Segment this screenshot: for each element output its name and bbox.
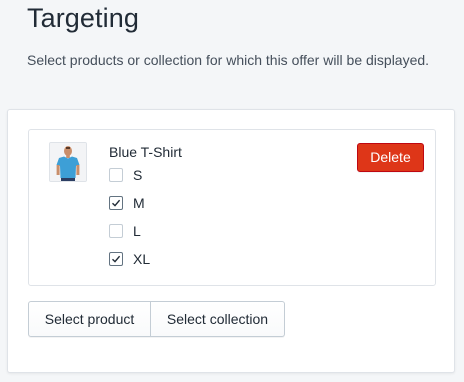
product-name: Blue T-Shirt bbox=[109, 144, 182, 160]
variant-checkbox-m[interactable] bbox=[109, 196, 123, 210]
variant-label: S bbox=[133, 167, 143, 183]
product-item: Blue T-Shirt S M L XL Delete bbox=[28, 129, 436, 286]
checkmark-icon bbox=[112, 255, 121, 263]
variant-checkbox-l[interactable] bbox=[109, 224, 123, 238]
select-collection-button[interactable]: Select collection bbox=[151, 301, 285, 337]
tshirt-product-image bbox=[50, 143, 86, 181]
variant-option-s: S bbox=[109, 167, 142, 183]
variant-option-l: L bbox=[109, 223, 141, 239]
page-subtitle: Select products or collection for which … bbox=[27, 52, 430, 68]
page-title: Targeting bbox=[27, 3, 139, 33]
variant-label: M bbox=[133, 195, 145, 211]
variant-option-m: M bbox=[109, 195, 145, 211]
select-product-button[interactable]: Select product bbox=[28, 301, 151, 337]
variant-checkbox-s[interactable] bbox=[109, 168, 123, 182]
variant-checkbox-xl[interactable] bbox=[109, 252, 123, 266]
targeting-card: Blue T-Shirt S M L XL Delete Select prod… bbox=[7, 109, 455, 373]
variant-label: L bbox=[133, 223, 141, 239]
checkmark-icon bbox=[112, 199, 121, 207]
delete-product-button[interactable]: Delete bbox=[357, 143, 424, 172]
selection-button-group: Select product Select collection bbox=[28, 301, 285, 337]
variant-option-xl: XL bbox=[109, 251, 150, 267]
variant-label: XL bbox=[133, 251, 151, 267]
product-thumbnail bbox=[49, 142, 87, 182]
